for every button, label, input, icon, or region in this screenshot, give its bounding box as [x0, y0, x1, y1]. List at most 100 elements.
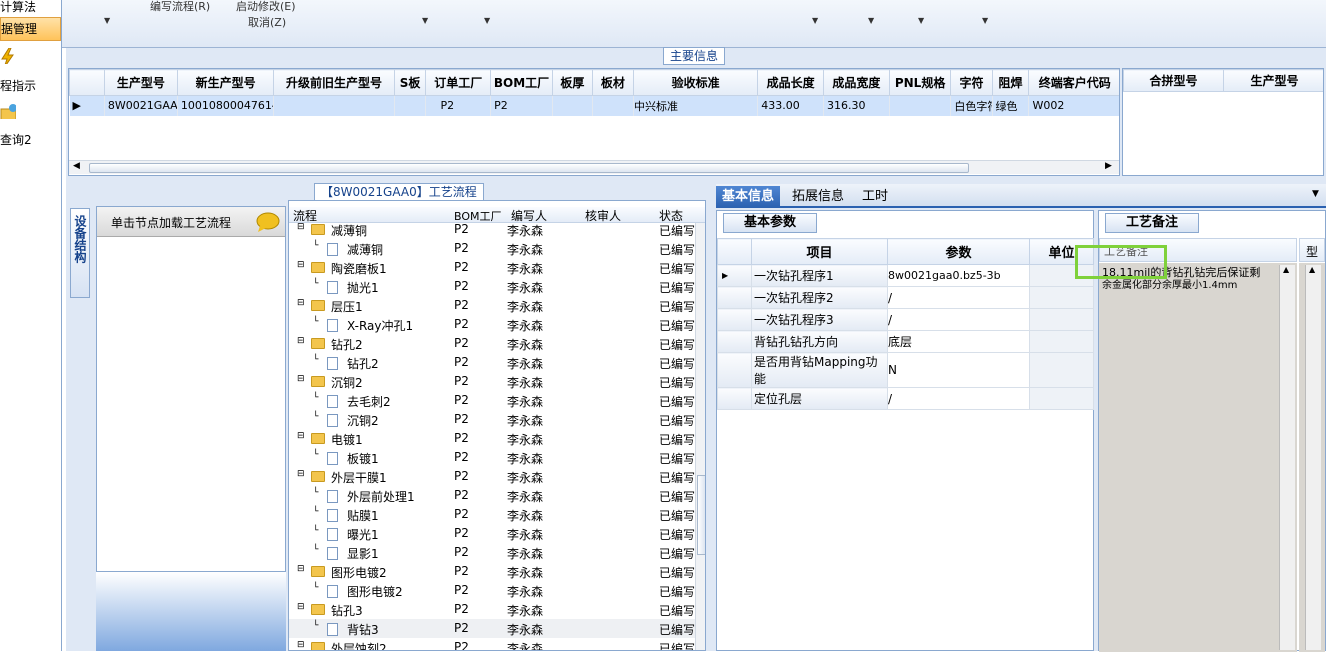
- table-row[interactable]: ▶ 8W0021GAA0 10010800047614 P2 P2 中兴标准 4…: [69, 95, 1119, 116]
- tree-row[interactable]: └ 钻孔2 P2 李永森 已编写: [289, 353, 699, 372]
- cell[interactable]: [273, 95, 395, 116]
- tree-row[interactable]: └ 沉铜2 P2 李永森 已编写: [289, 410, 699, 429]
- cell[interactable]: [889, 95, 952, 116]
- chevron-down-icon[interactable]: ▼: [422, 16, 428, 25]
- device-structure-tab[interactable]: 设备结构: [70, 208, 90, 298]
- side-scrollbar[interactable]: ▲: [1305, 265, 1321, 650]
- col-header[interactable]: S板: [393, 69, 427, 96]
- cell[interactable]: [552, 95, 593, 116]
- nav-item-data-management[interactable]: 据管理: [0, 17, 61, 41]
- table-row[interactable]: 一次钻孔程序3/: [717, 308, 1094, 331]
- tree-row[interactable]: ⊟ 外层蚀刻2 P2 李永森 已编写: [289, 638, 699, 650]
- collapse-icon[interactable]: ⊟: [297, 564, 305, 574]
- chevron-down-icon[interactable]: ▼: [484, 16, 490, 25]
- param-value[interactable]: 8w0021gaa0.bz5-3b: [887, 264, 1030, 287]
- param-value[interactable]: /: [887, 308, 1030, 331]
- chevron-down-icon[interactable]: ▼: [868, 16, 874, 25]
- param-value[interactable]: /: [887, 286, 1030, 309]
- tree-row[interactable]: └ 显影1 P2 李永森 已编写: [289, 543, 699, 562]
- horizontal-scrollbar[interactable]: ◀ ▶: [69, 160, 1119, 174]
- col-header[interactable]: 新生产型号: [176, 69, 275, 96]
- scroll-thumb[interactable]: [697, 475, 705, 555]
- col-header[interactable]: 项目: [751, 238, 888, 265]
- vertical-scrollbar[interactable]: [695, 223, 705, 650]
- tab-extended-info[interactable]: 拓展信息: [786, 186, 850, 208]
- tree-row[interactable]: └ 抛光1 P2 李永森 已编写: [289, 277, 699, 296]
- table-row[interactable]: 背钻孔钻孔方向 底层: [717, 330, 1094, 353]
- tree-row[interactable]: └ X-Ray冲孔1 P2 李永森 已编写: [289, 315, 699, 334]
- scroll-left-icon[interactable]: ◀: [73, 161, 80, 171]
- collapse-icon[interactable]: ⊟: [297, 469, 305, 479]
- param-value[interactable]: N: [887, 352, 1030, 388]
- cell[interactable]: P2: [425, 95, 492, 116]
- cancel-button[interactable]: 取消(Z): [248, 14, 286, 30]
- collapse-icon[interactable]: ⊟: [297, 602, 305, 612]
- start-edit-button[interactable]: 启动修改(E): [236, 0, 296, 14]
- collapse-icon[interactable]: ⊟: [297, 222, 305, 232]
- tree-row[interactable]: ⊟ 图形电镀2 P2 李永森 已编写: [289, 562, 699, 581]
- scroll-right-icon[interactable]: ▶: [1105, 161, 1112, 171]
- notes-textarea[interactable]: 18.11mil的背钻孔钻完后保证剩 余金属化部分余厚最小1.4mm ▲: [1099, 263, 1297, 652]
- param-value[interactable]: 底层: [887, 330, 1030, 353]
- chevron-down-icon[interactable]: ▼: [982, 16, 988, 25]
- col-header[interactable]: 板厚: [551, 69, 593, 96]
- col-header[interactable]: 字符: [950, 69, 993, 96]
- tree-row[interactable]: ⊟ 电镀1 P2 李永森 已编写: [289, 429, 699, 448]
- scroll-up-icon[interactable]: ▲: [1309, 265, 1315, 274]
- param-unit[interactable]: [1029, 352, 1094, 388]
- col-header[interactable]: 成品长度: [757, 69, 825, 96]
- collapse-icon[interactable]: ⊟: [297, 431, 305, 441]
- cell[interactable]: 8W0021GAA0: [104, 95, 178, 116]
- notes-scrollbar[interactable]: ▲: [1279, 265, 1295, 650]
- col-header[interactable]: 生产型号: [103, 69, 178, 96]
- tree-row[interactable]: ⊟ 沉铜2 P2 李永森 已编写: [289, 372, 699, 391]
- cell[interactable]: 白色字符: [950, 95, 993, 116]
- nav-item-process-guide[interactable]: 程指示: [0, 77, 36, 94]
- cell[interactable]: 中兴标准: [633, 95, 759, 116]
- col-header[interactable]: PNL规格: [888, 69, 952, 96]
- tree-row[interactable]: ⊟ 钻孔2 P2 李永森 已编写: [289, 334, 699, 353]
- chevron-down-icon[interactable]: ▼: [104, 16, 110, 25]
- table-row[interactable]: 定位孔层 /: [717, 387, 1094, 410]
- col-header[interactable]: 生产型号: [1223, 69, 1323, 92]
- chevron-down-icon[interactable]: ▼: [918, 16, 924, 25]
- cell[interactable]: 316.30: [823, 95, 890, 116]
- tree-row[interactable]: ⊟ 陶瓷磨板1 P2 李永森 已编写: [289, 258, 699, 277]
- col-header[interactable]: 成品宽度: [823, 69, 890, 96]
- edit-flow-button[interactable]: 编写流程(R): [150, 0, 210, 14]
- col-header[interactable]: 合拼型号: [1123, 69, 1224, 92]
- cell[interactable]: 10010800047614: [177, 95, 275, 116]
- tree-row[interactable]: └ 曝光1 P2 李永森 已编写: [289, 524, 699, 543]
- cell[interactable]: W002: [1028, 95, 1119, 116]
- tree-row[interactable]: ⊟ 外层干膜1 P2 李永森 已编写: [289, 467, 699, 486]
- collapse-icon[interactable]: ⊟: [297, 260, 305, 270]
- col-header[interactable]: 升级前旧生产型号: [273, 69, 395, 96]
- col-header[interactable]: 参数: [887, 238, 1030, 265]
- cell[interactable]: P2: [490, 95, 553, 116]
- tree-row[interactable]: └ 外层前处理1 P2 李永森 已编写: [289, 486, 699, 505]
- tree-row[interactable]: └ 板镀1 P2 李永森 已编写: [289, 448, 699, 467]
- nav-item-query[interactable]: 查询2: [0, 131, 32, 148]
- col-header[interactable]: 终端客户代码: [1028, 69, 1119, 96]
- col-header[interactable]: 订单工厂: [425, 69, 492, 96]
- param-value[interactable]: /: [887, 387, 1030, 410]
- chevron-down-icon[interactable]: ▼: [812, 16, 818, 25]
- collapse-icon[interactable]: ⊟: [297, 640, 305, 650]
- col-header[interactable]: BOM工厂: [490, 69, 553, 96]
- tree-row[interactable]: └ 贴膜1 P2 李永森 已编写: [289, 505, 699, 524]
- col-header[interactable]: 板材: [591, 69, 634, 96]
- col-header[interactable]: 验收标准: [632, 69, 759, 96]
- tab-basic-info[interactable]: 基本信息: [716, 186, 781, 208]
- tree-row[interactable]: ⊟ 钻孔3 P2 李永森 已编写: [289, 600, 699, 619]
- cell[interactable]: 绿色: [992, 95, 1030, 116]
- scroll-up-icon[interactable]: ▲: [1283, 265, 1289, 274]
- notes-header-2[interactable]: 型: [1299, 238, 1325, 262]
- tree-row[interactable]: └ 图形电镀2 P2 李永森 已编写: [289, 581, 699, 600]
- tree-row[interactable]: ⊟ 层压1 P2 李永森 已编写: [289, 296, 699, 315]
- param-unit[interactable]: [1029, 286, 1094, 309]
- tree-row[interactable]: └ 去毛刺2 P2 李永森 已编写: [289, 391, 699, 410]
- table-row[interactable]: 是否用背钻Mapping功能 N: [717, 352, 1094, 388]
- cell[interactable]: [394, 95, 427, 116]
- collapse-icon[interactable]: ⊟: [297, 374, 305, 384]
- chevron-down-icon[interactable]: ▼: [1312, 189, 1319, 199]
